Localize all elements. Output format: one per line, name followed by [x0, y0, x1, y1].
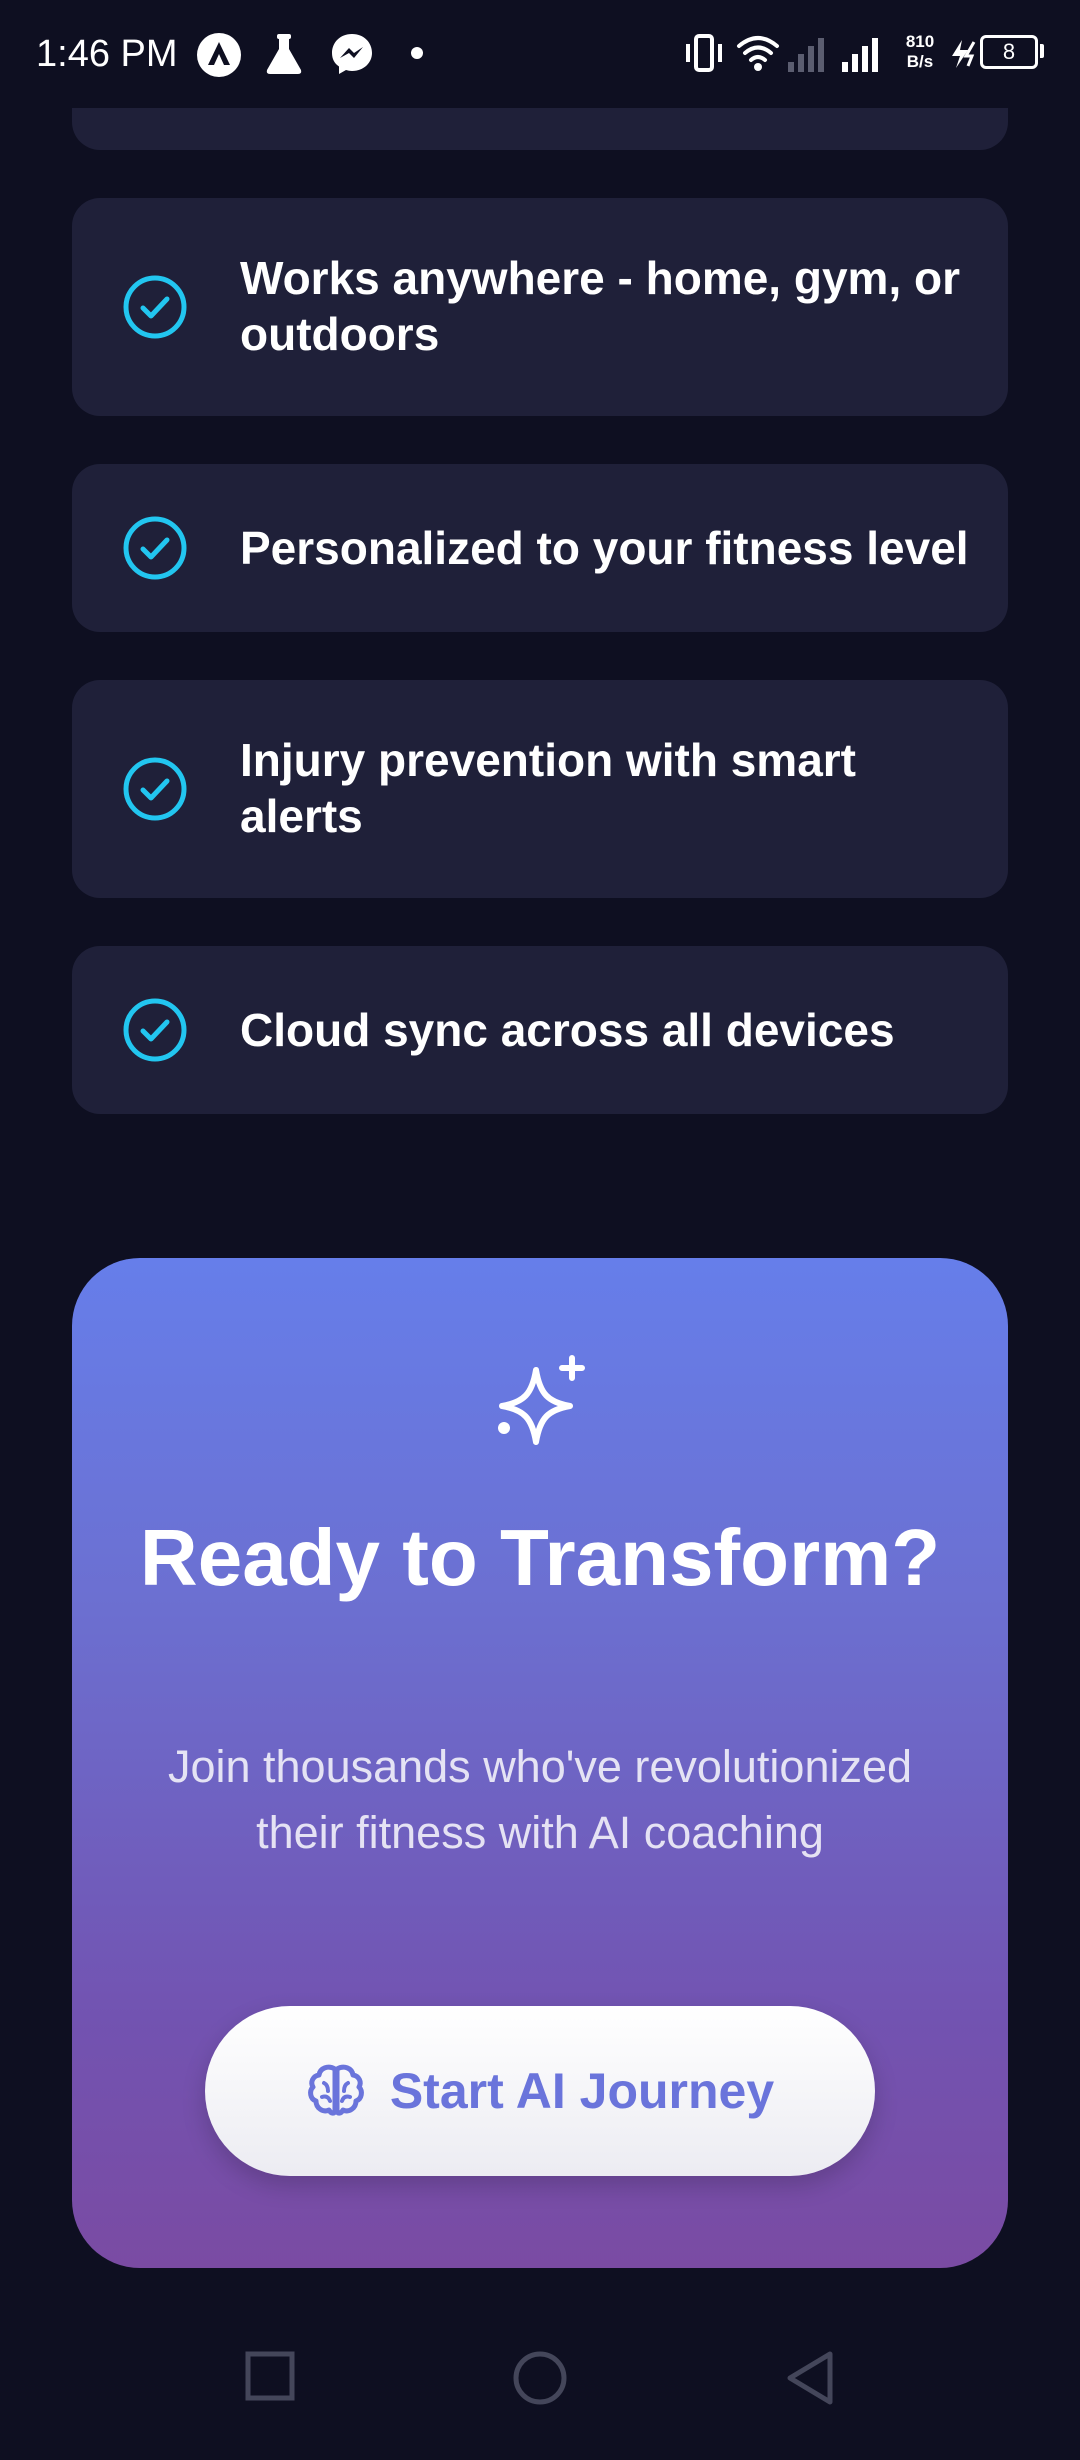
home-circle-icon[interactable] [512, 2350, 568, 2406]
start-ai-journey-button[interactable]: Start AI Journey [205, 2006, 875, 2176]
messenger-icon [332, 34, 372, 74]
feature-card: Injury prevention with smart alerts [72, 680, 1008, 898]
vibrate-icon [686, 34, 722, 72]
notification-dot-icon [411, 47, 423, 59]
cta-subtitle: Join thousands who've revolutionized the… [167, 1741, 913, 1858]
start-ai-journey-label: Start AI Journey [389, 2063, 775, 2119]
app-logo-icon [197, 33, 241, 77]
sparkle-icon [498, 1355, 585, 1445]
feature-card: Works anywhere - home, gym, or outdoors [72, 198, 1008, 416]
status-time: 1:46 PM [36, 33, 178, 75]
feature-card: Personalized to your fitness level [72, 464, 1008, 632]
feature-text: Cloud sync across all devices [240, 1004, 895, 1056]
network-speed: 810 B/s [900, 32, 940, 72]
back-triangle-icon[interactable] [784, 2350, 836, 2406]
check-circle-icon [123, 275, 187, 339]
feature-card: Cloud sync across all devices [72, 946, 1008, 1114]
status-bar: 1:46 PM 810 B/s 8 [0, 0, 1080, 108]
network-speed-unit: B/s [906, 52, 934, 71]
cta-title: Ready to Transform? [139, 1513, 941, 1602]
wifi-icon [737, 36, 779, 71]
feature-text: Injury prevention with smart alerts [240, 734, 856, 842]
battery-tip [1040, 44, 1044, 58]
network-speed-value: 810 [905, 32, 935, 51]
check-circle-icon [123, 757, 187, 821]
feature-text: Personalized to your fitness level [240, 522, 969, 574]
cta-card: Ready to Transform? Join thousands who'v… [72, 1258, 1008, 2268]
charging-icon [952, 40, 976, 68]
recents-square-icon[interactable] [244, 2350, 296, 2402]
flask-icon [266, 34, 302, 74]
signal-sim2-icon [842, 38, 878, 72]
check-circle-icon [123, 516, 187, 580]
battery-level: 8 [980, 35, 1038, 69]
check-circle-icon [123, 998, 187, 1062]
brain-icon [307, 2064, 364, 2116]
feature-text: Works anywhere - home, gym, or outdoors [240, 252, 961, 360]
signal-sim1-icon [788, 38, 824, 72]
